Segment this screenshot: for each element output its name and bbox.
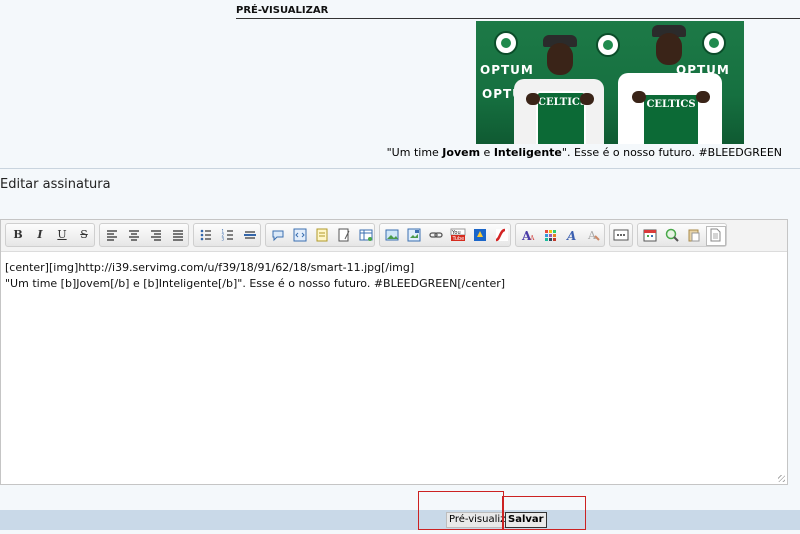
preview-caption: "Um time Jovem e Inteligente". Esse é o … (387, 146, 782, 159)
caption-bold: Jovem (442, 146, 481, 159)
upload-image-icon[interactable] (406, 227, 422, 243)
numbered-list-icon[interactable]: 123 (220, 227, 236, 243)
svg-text:A: A (566, 229, 576, 243)
youtube-icon[interactable]: You Tube (450, 227, 466, 243)
date-icon[interactable] (642, 227, 658, 243)
more-options-icon[interactable] (613, 227, 629, 243)
player-head (547, 43, 573, 75)
save-button[interactable]: Salvar (505, 512, 547, 528)
player-hand (526, 93, 540, 105)
signature-preview-image: OPTUM OPTUM OPTUM CELTICS CELTICS (476, 21, 744, 144)
player-hand (632, 91, 646, 103)
font-size-icon[interactable]: AA (520, 227, 536, 243)
table-icon[interactable] (358, 227, 374, 243)
caption-text: e (480, 146, 494, 159)
preview-header: PRÉ-VISUALIZAR (236, 4, 800, 19)
player-left: CELTICS (496, 21, 616, 144)
preview-search-icon[interactable] (664, 227, 680, 243)
flash-icon[interactable] (494, 227, 510, 243)
hide-icon[interactable] (336, 227, 352, 243)
resize-grip-icon[interactable] (778, 475, 785, 482)
svg-text:A: A (529, 235, 535, 242)
caption-text: "Um time (386, 146, 443, 159)
spoiler-icon[interactable] (314, 227, 330, 243)
underline-button[interactable]: U (54, 227, 70, 243)
source-mode-icon[interactable] (706, 226, 726, 246)
quote-icon[interactable] (270, 227, 286, 243)
image-icon[interactable] (384, 227, 400, 243)
horizontal-rule-icon[interactable] (242, 227, 258, 243)
player-right: CELTICS (604, 21, 734, 144)
player-hand (580, 93, 594, 105)
code-icon[interactable] (292, 227, 308, 243)
align-center-icon[interactable] (126, 227, 142, 243)
link-icon[interactable] (428, 227, 444, 243)
italic-button[interactable]: I (32, 227, 48, 243)
player-head (656, 33, 682, 65)
section-divider (0, 168, 800, 169)
player-hand (696, 91, 710, 103)
dailymotion-icon[interactable] (472, 227, 488, 243)
bold-button[interactable]: B (10, 227, 26, 243)
toolbar-group-more (609, 223, 633, 247)
paste-icon[interactable] (686, 227, 702, 243)
editor-toolbar: B I U S 123 You Tube A A A A (1, 220, 787, 252)
editor-line: "Um time [b]Jovem[/b] e [b]Inteligente[/… (5, 277, 506, 290)
toolbar-group-font: AA A A (515, 223, 605, 247)
toolbar-group-lists: 123 (193, 223, 261, 247)
player-jersey: CELTICS (642, 93, 700, 144)
edit-signature-title: Editar assinatura (0, 177, 111, 192)
bullet-list-icon[interactable] (198, 227, 214, 243)
strikethrough-button[interactable]: S (76, 227, 92, 243)
svg-text:Tube: Tube (452, 236, 465, 242)
align-justify-icon[interactable] (170, 227, 186, 243)
toolbar-group-misc (637, 223, 727, 247)
toolbar-group-align (99, 223, 189, 247)
bottom-action-bar (0, 510, 800, 530)
svg-text:3: 3 (222, 237, 225, 242)
remove-format-icon[interactable]: A (586, 227, 602, 243)
align-right-icon[interactable] (148, 227, 164, 243)
caption-text: ". Esse é o nosso futuro. #BLEEDGREEN (561, 146, 782, 159)
toolbar-group-style: B I U S (5, 223, 95, 247)
toolbar-group-media: You Tube (379, 223, 511, 247)
toolbar-group-insert (265, 223, 375, 247)
font-face-icon[interactable]: A (564, 227, 580, 243)
align-left-icon[interactable] (104, 227, 120, 243)
color-picker-icon[interactable] (542, 227, 558, 243)
caption-bold: Inteligente (493, 146, 562, 159)
signature-editor: B I U S 123 You Tube A A A A [center][im… (0, 219, 788, 485)
player-jersey: CELTICS (536, 91, 587, 144)
signature-textarea[interactable]: [center][img]http://i39.servimg.com/u/f3… (5, 260, 785, 292)
jersey-text: CELTICS (646, 99, 696, 110)
editor-line: [center][img]http://i39.servimg.com/u/f3… (5, 261, 415, 274)
